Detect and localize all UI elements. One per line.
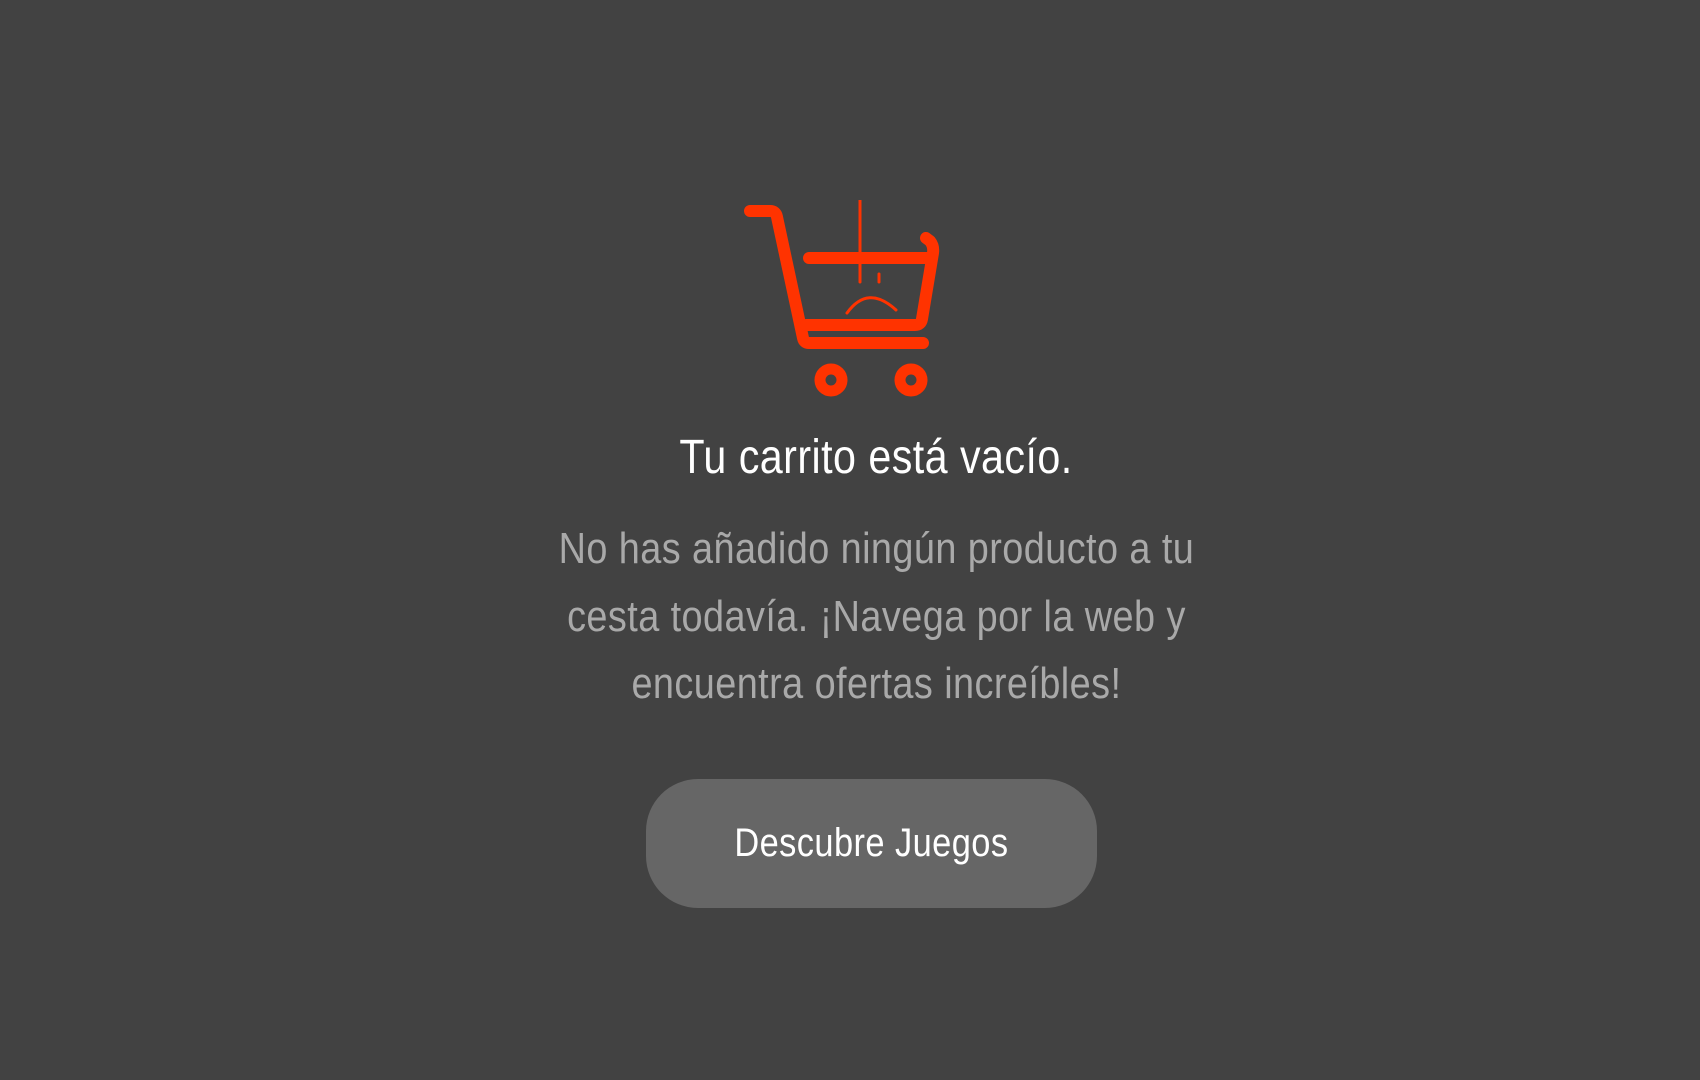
empty-cart-title: Tu carrito está vacío. bbox=[679, 431, 1073, 484]
sad-shopping-cart-icon bbox=[740, 200, 960, 400]
discover-games-button-label: Descubre Juegos bbox=[734, 821, 1009, 865]
discover-games-button[interactable]: Descubre Juegos bbox=[646, 779, 1097, 908]
empty-cart-message: No has añadido ningún producto a tu cest… bbox=[558, 524, 1195, 708]
empty-cart-panel: Tu carrito está vacío. No has añadido ni… bbox=[0, 0, 1700, 1080]
